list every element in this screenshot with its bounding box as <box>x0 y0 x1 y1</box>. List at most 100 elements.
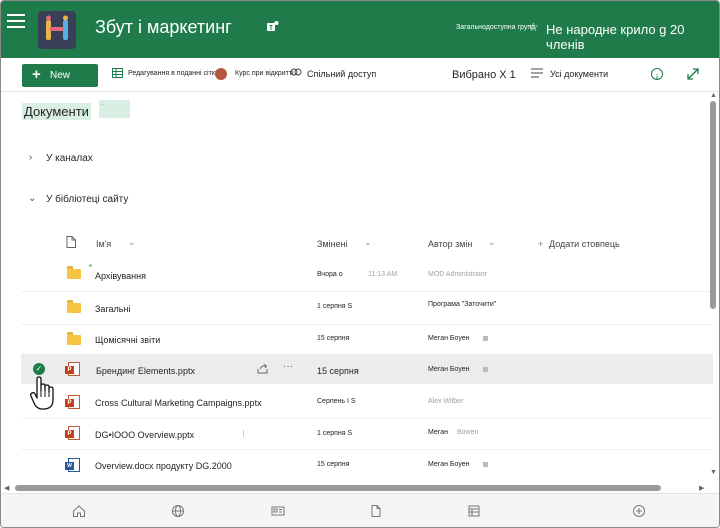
bottom-navigation <box>1 493 719 527</box>
presence-icon <box>483 367 488 372</box>
share-button[interactable]: Спільний доступ <box>307 69 376 79</box>
list-item[interactable]: Щомісячні звіти 15 серпня Меган Боуен <box>21 325 713 355</box>
avatar-icon <box>215 68 227 80</box>
library-title[interactable]: Документи <box>22 103 91 120</box>
item-name[interactable]: DG•IOOO Overview.pptx <box>95 430 194 440</box>
item-modified: Вчора о <box>317 271 343 278</box>
item-modified: 15 серпня <box>317 335 350 342</box>
item-name[interactable]: Щомісячні звіти <box>95 335 160 345</box>
list-item-selected[interactable]: ✓ Брендинг Elements.pptx ··· 15 серпня М… <box>21 354 713 384</box>
column-modified[interactable]: Змінені <box>317 239 348 249</box>
powerpoint-file-icon <box>65 426 80 440</box>
item-author[interactable]: Меган Боуен <box>428 461 470 468</box>
horizontal-scroll-thumb[interactable] <box>15 485 661 491</box>
list-view-icon[interactable] <box>467 504 481 518</box>
new-button[interactable]: + New <box>22 64 98 87</box>
home-icon[interactable] <box>72 504 86 518</box>
list-item[interactable]: Overview.docx продукту DG.2000 15 серпня… <box>21 451 713 481</box>
more-options-icon[interactable]: ··· <box>283 361 293 372</box>
members-count[interactable]: Не народне крило g 20 членів <box>546 22 719 52</box>
scroll-right-icon[interactable]: ▶ <box>699 484 704 492</box>
hamburger-menu-icon[interactable] <box>7 14 25 28</box>
folder-icon <box>67 266 81 279</box>
title-badge: ... <box>99 100 130 118</box>
site-title[interactable]: Збут і маркетинг <box>95 17 232 38</box>
item-author[interactable]: Програма "Заточити" <box>428 301 496 308</box>
file-type-icon[interactable] <box>66 236 76 248</box>
view-selector[interactable]: Усі документи <box>550 69 608 79</box>
item-name[interactable]: Брендинг Elements.pptx <box>96 366 195 376</box>
checkmark-icon[interactable]: ✓ <box>33 363 45 375</box>
row-divider <box>21 449 713 450</box>
column-modified-by[interactable]: Автор змін <box>428 239 472 249</box>
item-name[interactable]: Overview.docx продукту DG.2000 <box>95 461 232 471</box>
powerpoint-file-icon <box>65 395 80 409</box>
expand-icon[interactable] <box>687 68 699 80</box>
item-name[interactable]: Архівування <box>95 271 146 281</box>
share-icon <box>290 68 302 76</box>
star-icon[interactable]: ☆ <box>528 20 539 34</box>
vertical-scroll-thumb[interactable] <box>710 101 716 309</box>
folder-icon <box>67 300 81 313</box>
presence-icon <box>483 336 488 341</box>
scroll-left-icon[interactable]: ◀ <box>4 484 9 492</box>
presence-icon <box>483 462 488 467</box>
hand-cursor-icon <box>30 376 54 410</box>
app-window: Збут і маркетинг Загальнодоступна група … <box>0 0 720 528</box>
plus-icon: + <box>32 66 41 83</box>
share-icon[interactable] <box>257 364 268 374</box>
list-item[interactable]: DG•IOOO Overview.pptx 1 серпня S Меган B… <box>21 419 713 449</box>
document-icon[interactable] <box>369 504 383 518</box>
item-author[interactable]: MOD Administrator <box>428 271 487 278</box>
add-column-icon[interactable]: + <box>538 239 543 249</box>
selected-count[interactable]: Вибрано X 1 <box>452 69 516 81</box>
group-channels[interactable]: У каналах <box>46 153 93 164</box>
scroll-down-icon[interactable]: ▼ <box>710 469 717 476</box>
item-author[interactable]: Меган <box>428 429 448 436</box>
item-modified: Серпень І S <box>317 398 356 405</box>
site-header: Збут і маркетинг Загальнодоступна група … <box>1 1 719 58</box>
chevron-right-icon[interactable]: › <box>29 152 32 163</box>
chevron-down-icon[interactable]: ⌄ <box>488 237 496 248</box>
divider <box>243 430 244 437</box>
vertical-scrollbar[interactable]: ▲ ▼ <box>708 92 718 485</box>
folder-icon <box>67 332 81 345</box>
item-time: 11:13 AM <box>368 271 398 278</box>
item-author[interactable]: Меган Боуен <box>428 366 470 373</box>
site-logo[interactable] <box>38 11 76 49</box>
chevron-down-icon[interactable]: ⌄ <box>128 237 136 248</box>
word-file-icon <box>65 458 80 472</box>
item-modified: 1 серпня S <box>317 303 353 310</box>
powerpoint-file-icon <box>65 362 80 376</box>
horizontal-scrollbar[interactable]: ◀ ▶ <box>1 483 719 493</box>
item-modified: 1 серпня S <box>317 430 353 437</box>
new-item-icon: * <box>89 263 93 272</box>
item-author[interactable]: Alex Wilber <box>428 398 463 405</box>
item-name[interactable]: Загальні <box>95 304 130 314</box>
chevron-down-icon[interactable]: ⌄ <box>364 237 372 248</box>
info-icon[interactable] <box>651 68 663 80</box>
column-name[interactable]: Ім'я <box>96 239 111 249</box>
add-column-button[interactable]: Додати стовпець <box>549 239 620 249</box>
teams-icon[interactable] <box>267 20 279 34</box>
globe-icon[interactable] <box>171 504 185 518</box>
news-icon[interactable] <box>271 504 285 518</box>
item-author[interactable]: Меган Боуен <box>428 335 470 342</box>
chevron-down-icon[interactable]: ⌄ <box>28 193 36 204</box>
grid-view-icon <box>112 68 123 78</box>
group-site-library[interactable]: У бібліотеці сайту <box>46 194 128 205</box>
item-author-surname[interactable]: Bowen <box>457 429 478 436</box>
list-icon <box>531 68 543 78</box>
command-bar: + New Редагування в поданні сітки Курс п… <box>1 58 719 92</box>
row-divider <box>21 291 713 292</box>
item-name[interactable]: Cross Cultural Marketing Campaigns.pptx <box>95 398 262 408</box>
list-item[interactable]: Cross Cultural Marketing Campaigns.pptx … <box>21 388 713 418</box>
list-item[interactable]: Загальні 1 серпня S Програма "Заточити" <box>21 293 713 323</box>
course-button[interactable]: Курс при відкритті <box>235 70 294 77</box>
item-modified: 15 серпня <box>317 366 359 376</box>
item-modified: 15 серпня <box>317 461 350 468</box>
list-item[interactable]: * Архівування Вчора о 11:13 AM MOD Admin… <box>21 259 713 289</box>
edit-grid-button[interactable]: Редагування в поданні сітки <box>128 70 219 77</box>
scroll-up-icon[interactable]: ▲ <box>710 92 717 99</box>
add-icon[interactable] <box>632 504 646 518</box>
